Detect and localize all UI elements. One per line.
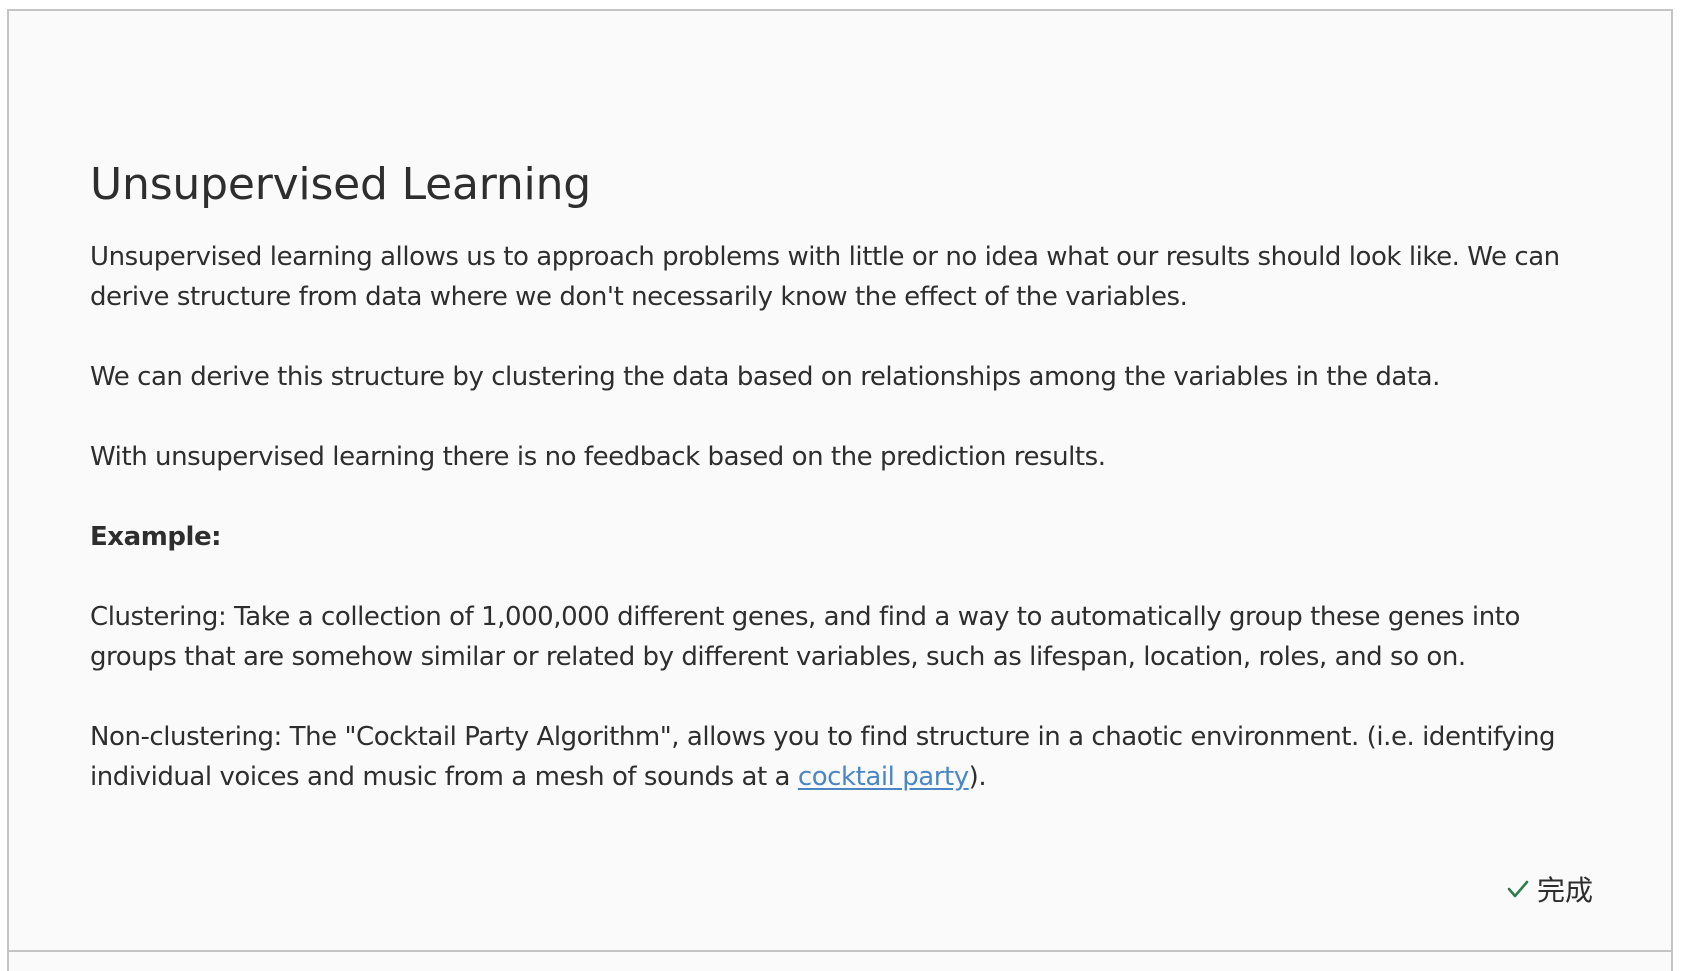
paragraph-no-feedback: With unsupervised learning there is no f… (90, 442, 1106, 472)
paragraph-nonclustering-example: Non-clustering: The "Cocktail Party Algo… (90, 717, 1590, 797)
paragraph-intro: Unsupervised learning allows us to appro… (90, 242, 1560, 312)
example-heading: Example: (90, 522, 222, 552)
bottom-divider (7, 950, 1673, 952)
lesson-card: Unsupervised Learning Unsupervised learn… (7, 9, 1673, 971)
paragraph-clustering-example: Clustering: Take a collection of 1,000,0… (90, 602, 1520, 672)
cocktail-party-link[interactable]: cocktail party (798, 762, 969, 792)
done-status[interactable]: 完成 (1507, 869, 1593, 909)
nonclustering-text-end: ). (968, 762, 987, 792)
checkmark-icon (1507, 879, 1529, 899)
lesson-title: Unsupervised Learning (90, 159, 591, 210)
paragraph-clustering-structure: We can derive this structure by clusteri… (90, 362, 1440, 392)
done-label: 完成 (1537, 874, 1594, 907)
